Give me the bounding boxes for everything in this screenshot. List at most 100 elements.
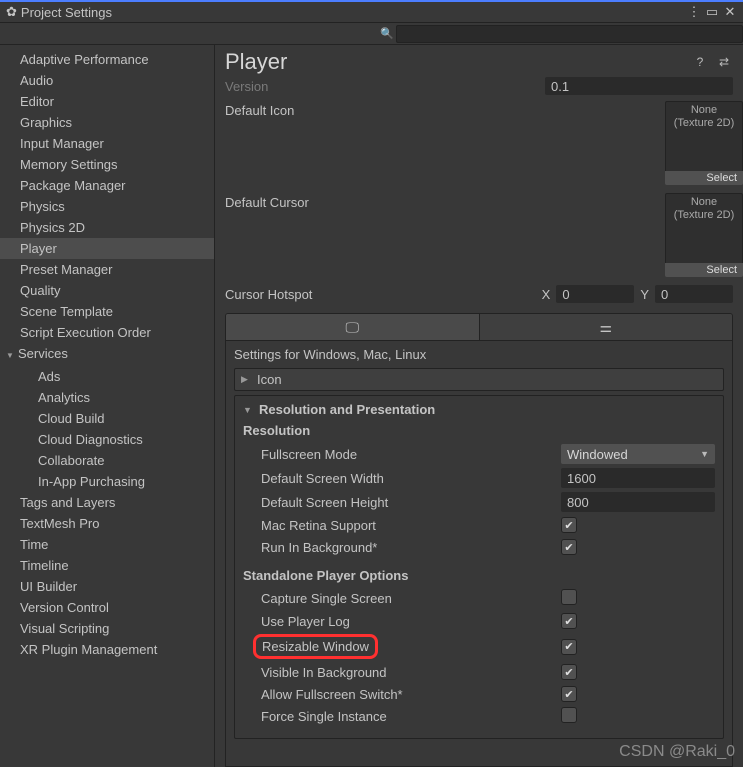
sidebar-item-in-app-purchasing[interactable]: In-App Purchasing [0,471,214,492]
force-single-label: Force Single Instance [261,709,561,724]
default-width-row: Default Screen Width [243,466,715,490]
select-button[interactable]: Select [665,263,743,277]
resolution-subhead: Resolution [243,423,715,438]
default-height-label: Default Screen Height [261,495,561,510]
object-field: None (Texture 2D) [665,193,743,265]
help-icon[interactable]: ? [691,53,709,71]
resolution-foldout[interactable]: ▼ Resolution and Presentation [243,402,715,417]
default-height-input[interactable] [561,492,715,512]
sidebar-item-ads[interactable]: Ads [0,366,214,387]
fullscreen-mode-dropdown[interactable]: Windowed ▼ [561,444,715,464]
hotspot-y-input[interactable] [655,285,733,303]
icon-foldout[interactable]: ▶ Icon [234,368,724,391]
sidebar-item-graphics[interactable]: Graphics [0,112,214,133]
fullscreen-mode-label: Fullscreen Mode [261,447,561,462]
sidebar-item-textmesh-pro[interactable]: TextMesh Pro [0,513,214,534]
run-background-checkbox[interactable] [561,539,577,555]
cursor-hotspot-label: Cursor Hotspot [225,287,536,302]
force-single-row: Force Single Instance [243,705,715,728]
sidebar-item-ui-builder[interactable]: UI Builder [0,576,214,597]
menu-icon[interactable]: ⋮ [687,4,701,20]
mac-retina-checkbox[interactable] [561,517,577,533]
sidebar-item-preset-manager[interactable]: Preset Manager [0,259,214,280]
close-icon[interactable]: ✕ [723,4,737,20]
sidebar-item-services[interactable]: Services [0,343,214,366]
sidebar-item-scene-template[interactable]: Scene Template [0,301,214,322]
tab-standalone[interactable]: 🖵 [226,314,479,340]
sidebar-item-version-control[interactable]: Version Control [0,597,214,618]
preset-icon[interactable]: ⇄ [715,53,733,71]
maximize-icon[interactable]: ▭ [705,4,719,20]
select-button[interactable]: Select [665,171,743,185]
chevron-down-icon: ▼ [243,405,253,415]
sidebar-item-xr-plugin-management[interactable]: XR Plugin Management [0,639,214,660]
default-cursor-row: Default Cursor None (Texture 2D) Select [215,189,743,281]
titlebar: ✿ Project Settings ⋮ ▭ ✕ [0,0,743,23]
sidebar-item-analytics[interactable]: Analytics [0,387,214,408]
sidebar-item-timeline[interactable]: Timeline [0,555,214,576]
sidebar-item-collaborate[interactable]: Collaborate [0,450,214,471]
version-input[interactable] [545,77,733,95]
sidebar-item-package-manager[interactable]: Package Manager [0,175,214,196]
mac-retina-label: Mac Retina Support [261,518,561,533]
monitor-icon: 🖵 [346,319,360,336]
sidebar-item-input-manager[interactable]: Input Manager [0,133,214,154]
icon-foldout-label: Icon [257,372,282,387]
sliders-icon: ⚌ [599,319,612,336]
default-icon-picker[interactable]: None (Texture 2D) Select [665,101,743,185]
search-icon: 🔍 [380,27,394,40]
resizable-window-highlight: Resizable Window [253,634,378,659]
resizable-window-label: Resizable Window [262,639,369,654]
x-label: X [542,287,551,302]
sidebar-item-tags-and-layers[interactable]: Tags and Layers [0,492,214,513]
allow-fullscreen-checkbox[interactable] [561,686,577,702]
sidebar-item-physics[interactable]: Physics [0,196,214,217]
default-width-input[interactable] [561,468,715,488]
resizable-window-row: Resizable Window [243,632,715,661]
sidebar-item-quality[interactable]: Quality [0,280,214,301]
sidebar-item-adaptive-performance[interactable]: Adaptive Performance [0,49,214,70]
settings-for-label: Settings for Windows, Mac, Linux [234,347,724,362]
search-input[interactable] [396,25,743,43]
capture-single-row: Capture Single Screen [243,587,715,610]
hotspot-x-input[interactable] [556,285,634,303]
use-player-log-row: Use Player Log [243,610,715,632]
resizable-window-checkbox[interactable] [561,639,577,655]
sidebar-item-visual-scripting[interactable]: Visual Scripting [0,618,214,639]
visible-background-checkbox[interactable] [561,664,577,680]
dropdown-value: Windowed [567,447,628,462]
page-title: Player [225,49,685,75]
sidebar-item-time[interactable]: Time [0,534,214,555]
mac-retina-row: Mac Retina Support [243,514,715,536]
sidebar-item-cloud-build[interactable]: Cloud Build [0,408,214,429]
capture-single-checkbox[interactable] [561,589,577,605]
none-label: None [691,104,717,116]
y-label: Y [640,287,649,302]
chevron-right-icon: ▶ [241,374,251,385]
content-header: Player ? ⇄ [215,45,743,75]
window-controls: ⋮ ▭ ✕ [687,4,737,20]
sidebar-item-script-execution-order[interactable]: Script Execution Order [0,322,214,343]
default-icon-label: Default Icon [225,101,545,118]
cursor-hotspot-row: Cursor Hotspot X Y [215,281,743,313]
settings-sidebar: Adaptive PerformanceAudioEditorGraphicsI… [0,45,215,767]
default-height-row: Default Screen Height [243,490,715,514]
sidebar-item-memory-settings[interactable]: Memory Settings [0,154,214,175]
sidebar-item-audio[interactable]: Audio [0,70,214,91]
resolution-section: ▼ Resolution and Presentation Resolution… [234,395,724,739]
fullscreen-mode-row: Fullscreen Mode Windowed ▼ [243,442,715,466]
default-width-label: Default Screen Width [261,471,561,486]
force-single-checkbox[interactable] [561,707,577,723]
default-cursor-picker[interactable]: None (Texture 2D) Select [665,193,743,277]
texture2d-label: (Texture 2D) [674,209,735,221]
sidebar-item-physics-2d[interactable]: Physics 2D [0,217,214,238]
settings-content: Player ? ⇄ Version Default Icon None (Te… [215,45,743,767]
use-player-log-checkbox[interactable] [561,613,577,629]
settings-panel: Settings for Windows, Mac, Linux ▶ Icon … [225,341,733,767]
sidebar-item-cloud-diagnostics[interactable]: Cloud Diagnostics [0,429,214,450]
run-background-label: Run In Background* [261,540,561,555]
allow-fullscreen-row: Allow Fullscreen Switch* [243,683,715,705]
tab-other-platform[interactable]: ⚌ [479,314,733,340]
sidebar-item-player[interactable]: Player [0,238,214,259]
sidebar-item-editor[interactable]: Editor [0,91,214,112]
